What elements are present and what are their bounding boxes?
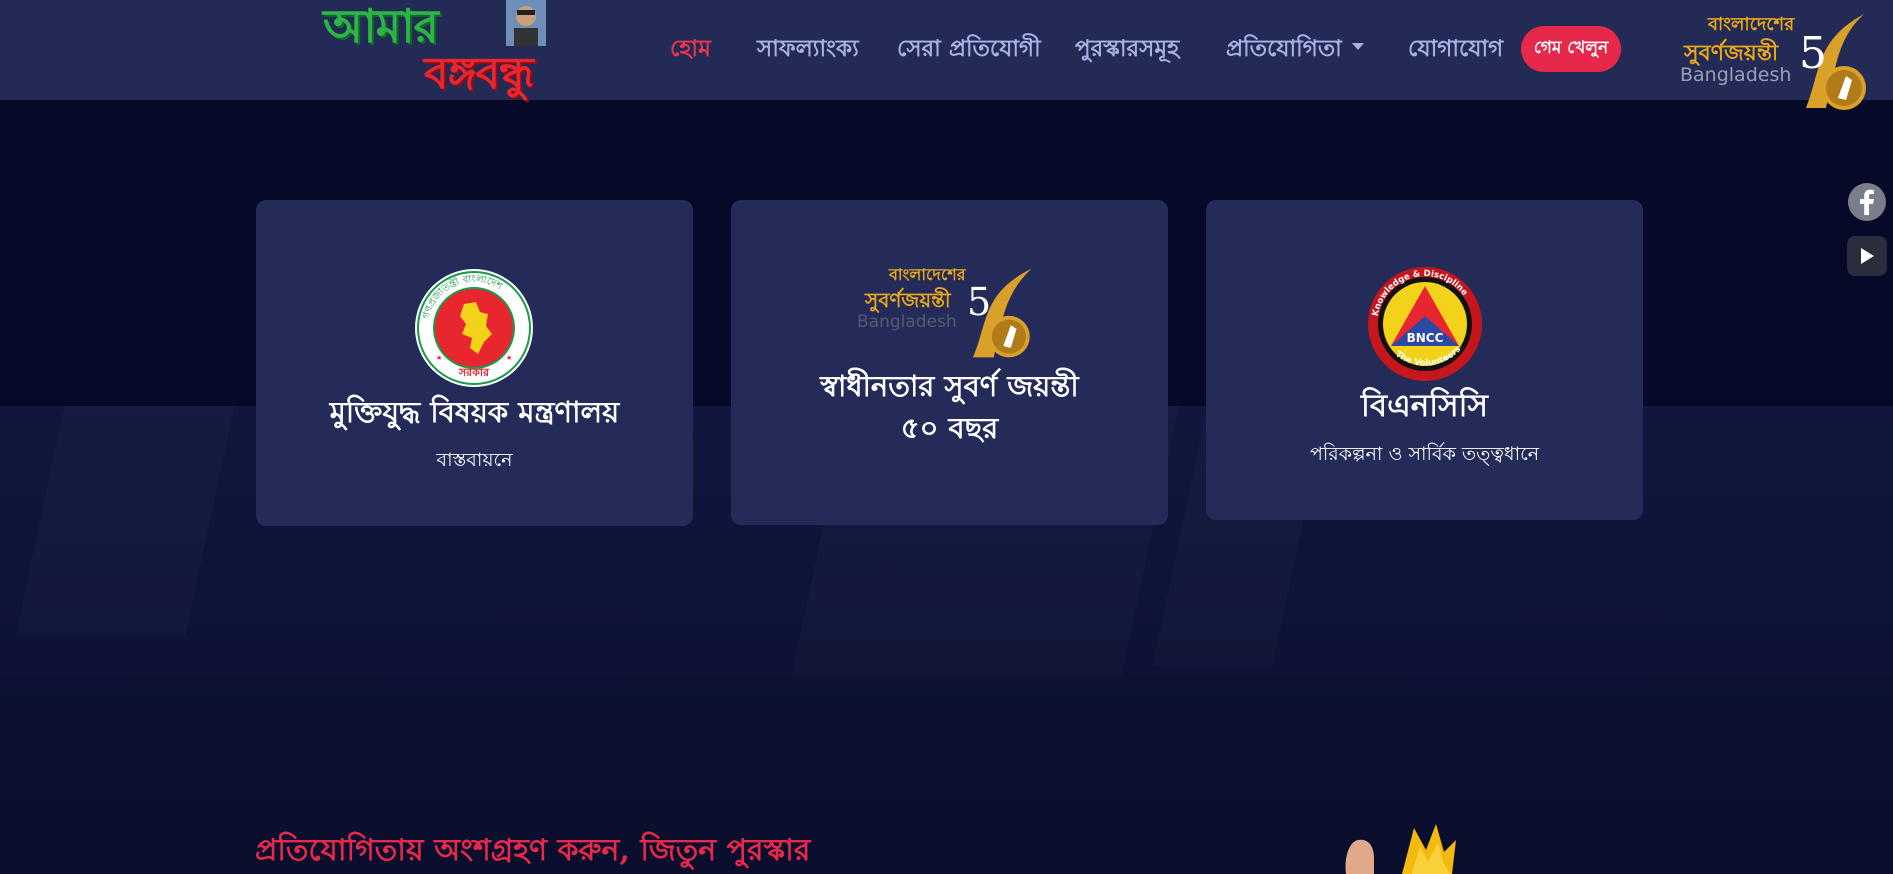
card-bncc: BNCC Knowledge & Discipline The Voluntee… (1206, 200, 1643, 520)
chevron-down-icon (1351, 43, 1364, 50)
nav-competition-dropdown[interactable]: প্রতিযোগিতা (1226, 30, 1364, 69)
nav-prizes[interactable]: পুরস্কারসমূহ (1075, 30, 1179, 69)
seal-text-bottom: সরকার (458, 366, 490, 379)
facebook-icon (1848, 183, 1886, 221)
svg-text:★: ★ (506, 354, 512, 362)
jubilee-number: 5 (967, 280, 992, 324)
card-title: মুক্তিযুদ্ধ বিষয়ক মন্ত্রণালয় (329, 395, 620, 429)
navbar: আমার বঙ্গবন্ধু হোম সাফল্যাংক্য সেরা প্রত… (0, 0, 1893, 110)
government-seal-icon: ★ ★ গণপ্রজাতন্ত্রী বাংলাদেশ সরকার (415, 269, 533, 387)
nav-leaderboard[interactable]: সাফল্যাংক্য (757, 30, 859, 69)
card-subtitle: বাস্তবায়নে (436, 449, 513, 471)
cta-heading: প্রতিযোগিতায় অংশগ্রহণ করুন, জিতুন পুরস্… (255, 833, 811, 868)
card-title: বিএনসিসি (1361, 388, 1488, 424)
card-ministry: ★ ★ গণপ্রজাতন্ত্রী বাংলাদেশ সরকার মুক্তি… (256, 200, 693, 526)
jubilee-text-top: বাংলাদেশের (889, 265, 966, 284)
nav-contact[interactable]: যোগাযোগ (1408, 30, 1503, 69)
nav-competition-label: প্রতিযোগিতা (1226, 36, 1342, 62)
card-subtitle: পরিকল্পনা ও সার্বিক তত্ত্বধানে (1309, 443, 1540, 465)
facebook-link[interactable] (1847, 182, 1887, 222)
jubilee-text-en: Bangladesh (1680, 64, 1792, 86)
youtube-link[interactable] (1847, 236, 1887, 276)
jubilee-number: 5 (1799, 28, 1827, 79)
youtube-play-icon (1861, 248, 1874, 264)
nav-top-contestants[interactable]: সেরা প্রতিযোগী (897, 30, 1041, 69)
golden-jubilee-logo[interactable]: বাংলাদেশের সুবর্ণজয়ন্তী Bangladesh 5 (1676, 6, 1891, 110)
emblem-text-center: BNCC (1407, 331, 1444, 345)
nav-home[interactable]: হোম (670, 30, 711, 69)
trophy-illustration-icon (1345, 824, 1456, 874)
play-game-button[interactable]: গেম খেলুন (1521, 26, 1621, 72)
svg-text:★: ★ (436, 354, 442, 362)
jubilee-text-en: Bangladesh (857, 312, 957, 332)
card-title-line2: ৫০ বছর (900, 411, 999, 445)
card-golden-jubilee: বাংলাদেশের সুবর্ণজয়ন্তী Bangladesh 5 স্… (731, 200, 1168, 525)
bncc-emblem-icon: BNCC Knowledge & Discipline The Voluntee… (1368, 267, 1482, 381)
golden-jubilee-logo: বাংলাদেশের সুবর্ণজয়ন্তী Bangladesh 5 (857, 262, 1047, 362)
